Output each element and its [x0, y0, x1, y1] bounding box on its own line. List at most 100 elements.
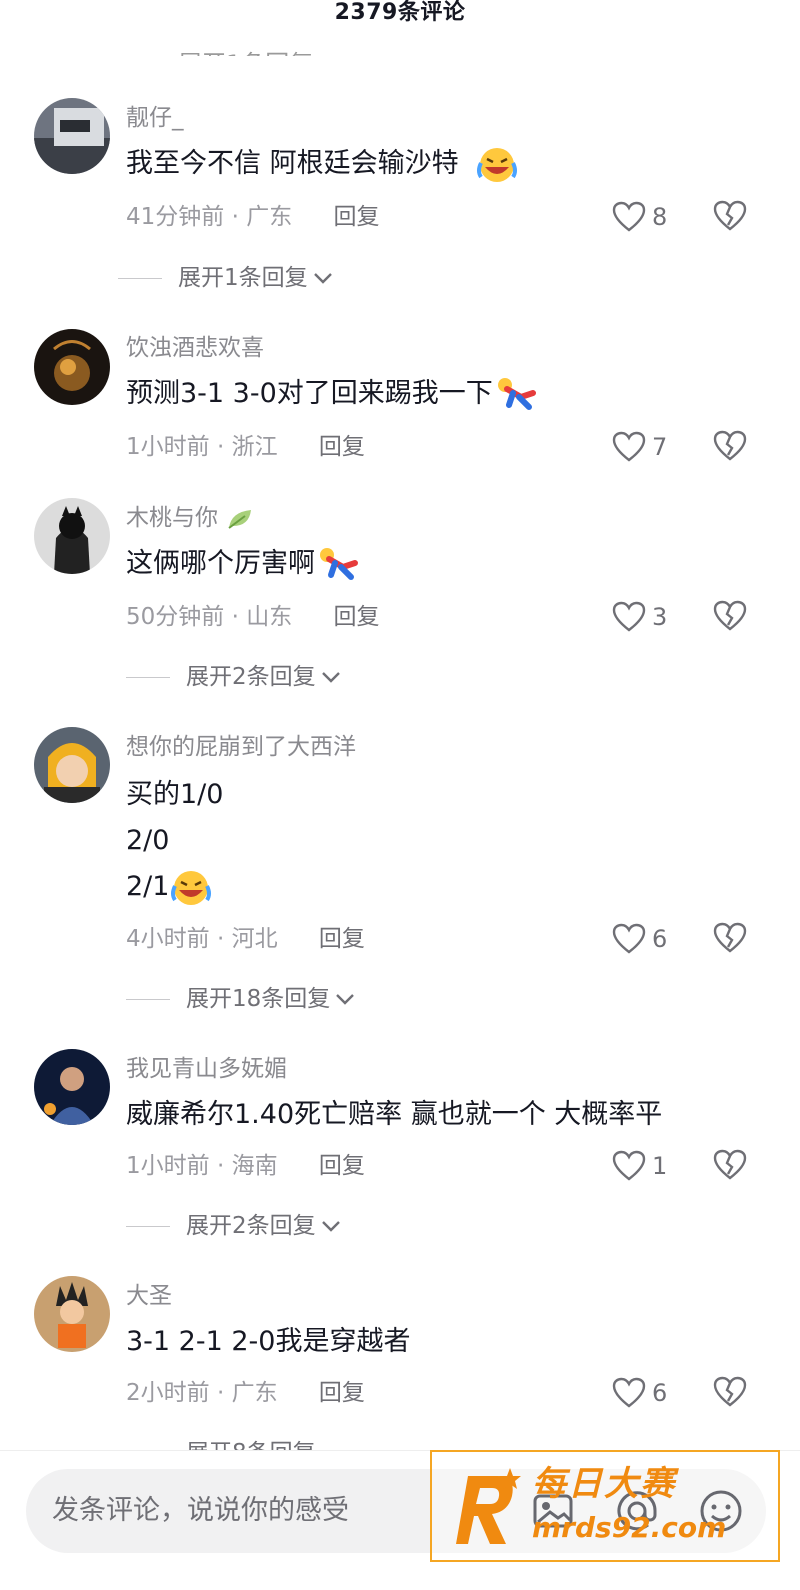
comment-time: 1小时前: [126, 1153, 210, 1179]
dislike-button[interactable]: [713, 199, 749, 235]
comment-time: 41分钟前: [126, 204, 225, 230]
comment-text: 3-1 2-1 2-0我是穿越者: [126, 1319, 410, 1365]
like-count: 6: [652, 1379, 668, 1407]
comment-location: 河北: [231, 926, 278, 952]
broken-heart-icon: [713, 922, 747, 953]
separator: ·: [216, 1380, 225, 1406]
like-button[interactable]: 1: [612, 1148, 682, 1184]
laughing-crying-emoji: [477, 147, 518, 182]
separator: ·: [231, 604, 239, 630]
comment-meta: 4小时前 · 河北 回复: [126, 924, 365, 954]
chevron-down-icon: [336, 994, 355, 1005]
comment-line: 3-1 2-1 2-0我是穿越者: [126, 1326, 411, 1357]
comment-line: 威廉希尔1.40死亡赔率 赢也就一个 大概率平: [126, 1099, 663, 1130]
like-button[interactable]: 7: [612, 429, 682, 465]
comment-line-with-emoji: 2/1: [126, 864, 223, 910]
username[interactable]: 饮浊酒悲欢喜: [126, 333, 264, 363]
like-button[interactable]: 3: [612, 599, 682, 635]
chevron-down-icon: [313, 273, 332, 284]
expand-replies-button[interactable]: 展开1条回复: [118, 263, 334, 293]
dislike-button[interactable]: [713, 599, 749, 635]
comment-text: 预测3-1 3-0对了回来踢我一下: [126, 371, 537, 417]
avatar[interactable]: [34, 498, 110, 574]
comments-header: 2379条评论: [0, 0, 800, 26]
divider-line: [126, 676, 170, 678]
comment-time: 50分钟前: [126, 604, 225, 630]
username[interactable]: 靓仔_: [126, 103, 184, 133]
avatar[interactable]: [34, 727, 110, 803]
username[interactable]: 想你的屁崩到了大西洋: [126, 732, 356, 762]
comments-count-title: 2379条评论: [334, 0, 466, 25]
like-button[interactable]: 6: [612, 921, 682, 957]
comment-meta: 1小时前 · 海南 回复: [126, 1151, 365, 1181]
reply-button[interactable]: 回复: [319, 434, 365, 460]
separator: ·: [216, 926, 225, 952]
like-count: 1: [652, 1152, 668, 1180]
comment-line: 我至今不信 阿根廷会输沙特: [126, 148, 459, 179]
expand-replies-partial[interactable]: 展开1条回复: [178, 36, 313, 56]
comment-meta: 1小时前 · 浙江 回复: [126, 432, 365, 462]
reply-button[interactable]: 回复: [319, 1153, 365, 1179]
comment-line: 这俩哪个厉害啊: [126, 548, 315, 579]
heart-icon: [612, 201, 646, 232]
heart-icon: [612, 923, 646, 954]
comment-meta: 50分钟前 · 山东 回复: [126, 602, 380, 632]
comment-line: 预测3-1 3-0对了回来踢我一下: [126, 378, 493, 409]
dislike-button[interactable]: [713, 921, 749, 957]
expand-replies-label: 展开18条回复: [186, 986, 331, 1012]
divider-line: [118, 277, 162, 279]
broken-heart-icon: [713, 1376, 747, 1407]
comment-location: 山东: [246, 604, 293, 630]
dislike-button[interactable]: [713, 1375, 749, 1411]
divider-line: [126, 998, 170, 1000]
chevron-down-icon: [321, 1221, 340, 1232]
like-button[interactable]: 8: [612, 199, 682, 235]
broken-heart-icon: [713, 600, 747, 631]
comment-location: 浙江: [231, 434, 278, 460]
avatar[interactable]: [34, 329, 110, 405]
watermark: 每日大赛 mrds92.com: [430, 1450, 780, 1562]
broken-heart-icon: [713, 200, 747, 231]
expand-replies-button[interactable]: 展开2条回复: [126, 1211, 342, 1241]
avatar[interactable]: [34, 98, 110, 174]
comment-line: 2/0: [126, 825, 170, 856]
comment-text: 买的1/0 2/0 2/1: [126, 772, 223, 910]
reply-button[interactable]: 回复: [334, 604, 380, 630]
comment-text: 这俩哪个厉害啊: [126, 541, 359, 587]
watermark-title: 每日大赛: [532, 1464, 676, 1504]
comment-text: 威廉希尔1.40死亡赔率 赢也就一个 大概率平: [126, 1092, 662, 1138]
comment-location: 海南: [231, 1153, 278, 1179]
like-button[interactable]: 6: [612, 1375, 682, 1411]
kick-figure-emoji: [497, 377, 536, 410]
username[interactable]: 我见青山多妩媚: [126, 1054, 287, 1084]
reply-button[interactable]: 回复: [319, 926, 365, 952]
comment-time: 4小时前: [126, 926, 210, 952]
dislike-button[interactable]: [713, 429, 749, 465]
dislike-button[interactable]: [713, 1148, 749, 1184]
comment-time: 1小时前: [126, 434, 210, 460]
username-text: 木桃与你: [126, 505, 218, 531]
comment-location: 广东: [246, 204, 293, 230]
laughing-crying-emoji: [171, 870, 212, 905]
reply-button[interactable]: 回复: [319, 1380, 365, 1406]
separator: ·: [216, 1153, 225, 1179]
comment-input-placeholder: 发条评论，说说你的感受: [52, 1495, 349, 1526]
avatar[interactable]: [34, 1049, 110, 1125]
expand-replies-button[interactable]: 展开18条回复: [126, 984, 356, 1014]
broken-heart-icon: [713, 1149, 747, 1180]
avatar[interactable]: [34, 1276, 110, 1352]
separator: ·: [216, 434, 225, 460]
expand-replies-button[interactable]: 展开2条回复: [126, 662, 342, 692]
comment-meta: 41分钟前 · 广东 回复: [126, 202, 380, 232]
like-count: 7: [652, 433, 668, 461]
expand-replies-label: 展开2条回复: [186, 664, 316, 690]
reply-button[interactable]: 回复: [334, 204, 380, 230]
username[interactable]: 大圣: [126, 1281, 172, 1311]
comment-line: 2/1: [126, 871, 170, 902]
kick-figure-emoji: [320, 547, 358, 580]
username[interactable]: 木桃与你: [126, 503, 255, 533]
comment-location: 广东: [231, 1380, 278, 1406]
heart-icon: [612, 431, 646, 462]
expand-replies-label: 展开1条回复: [178, 265, 308, 291]
expand-replies-label: 展开2条回复: [186, 1213, 316, 1239]
